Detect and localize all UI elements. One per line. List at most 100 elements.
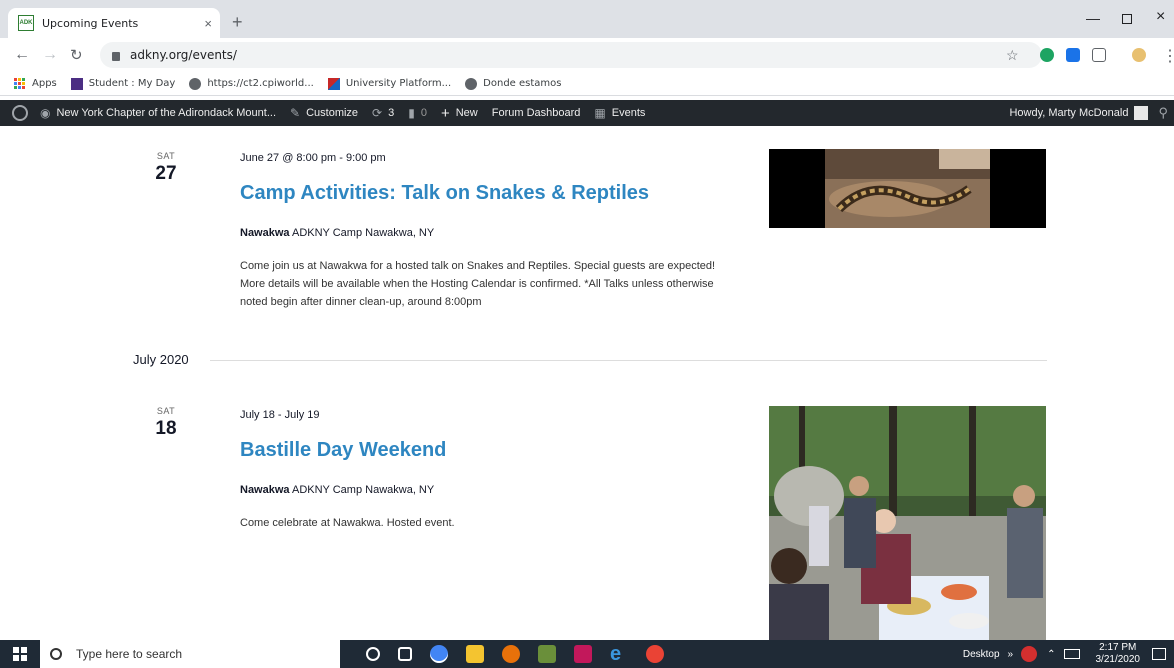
- month-label: July 2020: [133, 352, 189, 367]
- profile-avatar-icon[interactable]: [1132, 48, 1146, 62]
- browser-tab[interactable]: ADK Upcoming Events ×: [8, 8, 220, 38]
- events-label: Events: [611, 107, 646, 119]
- updates-count: 3: [388, 107, 395, 119]
- address-bar[interactable]: adkny.org/events/: [100, 42, 1042, 68]
- plus-icon: +: [440, 104, 450, 122]
- reload-icon[interactable]: ↻: [70, 46, 83, 64]
- bookmark-label: https://ct2.cpiworld...: [207, 78, 314, 89]
- minecraft-icon[interactable]: [538, 645, 556, 663]
- admin-customize-link[interactable]: ✎ Customize: [290, 106, 358, 120]
- globe-icon: [465, 77, 478, 90]
- event-date: SAT 18: [138, 406, 194, 440]
- events-list: SAT 27 June 27 @ 8:00 pm - 9:00 pm Camp …: [0, 126, 1174, 640]
- month-separator: July 2020: [0, 350, 1174, 370]
- event-venue: Nawakwa ADKNY Camp Nawakwa, NY: [240, 227, 740, 239]
- user-avatar[interactable]: [1134, 106, 1149, 120]
- browser-tabstrip: ADK Upcoming Events × + — ×: [0, 0, 1174, 38]
- task-view-icon[interactable]: [398, 647, 412, 661]
- bookmark-label: Apps: [32, 78, 57, 89]
- bookmark-star-icon[interactable]: ☆: [1006, 47, 1019, 64]
- url-text: adkny.org/events/: [130, 48, 237, 62]
- accessibility-extension-icon[interactable]: [1092, 48, 1106, 62]
- bookmark-label: Donde estamos: [483, 78, 562, 89]
- taskbar-search[interactable]: Type here to search: [40, 640, 340, 668]
- comment-icon: ▮: [408, 106, 415, 120]
- venue-name-link[interactable]: Nawakwa: [240, 484, 290, 496]
- admin-updates-link[interactable]: ⟳ 3: [372, 106, 394, 120]
- maximize-icon[interactable]: [1122, 14, 1132, 24]
- wp-admin-bar: ◉ New York Chapter of the Adirondack Mou…: [0, 100, 1174, 126]
- cortana-icon[interactable]: [366, 647, 380, 661]
- event-day: 27: [155, 163, 177, 184]
- bookmark-apps[interactable]: Apps: [14, 77, 57, 90]
- bookmark-student[interactable]: Student : My Day: [70, 77, 176, 90]
- chrome-icon[interactable]: [430, 645, 448, 663]
- close-window-icon[interactable]: ×: [1156, 8, 1165, 26]
- calendar-icon: ▦: [594, 106, 606, 120]
- back-icon[interactable]: ←: [14, 46, 30, 64]
- firefox-icon[interactable]: [502, 645, 520, 663]
- apps-grid-icon: [14, 77, 26, 90]
- university-icon: [327, 77, 340, 90]
- venue-name-link[interactable]: Nawakwa: [240, 227, 290, 239]
- event-dow: SAT: [156, 151, 176, 161]
- clock[interactable]: 2:17 PM 3/21/2020: [1096, 642, 1141, 666]
- updates-icon: ⟳: [372, 106, 383, 120]
- event-image-snake[interactable]: [769, 149, 1046, 228]
- minimize-icon[interactable]: —: [1086, 10, 1100, 26]
- admin-site-link[interactable]: ◉ New York Chapter of the Adirondack Mou…: [40, 106, 276, 120]
- customize-label: Customize: [306, 107, 359, 119]
- event-title-link[interactable]: Camp Activities: Talk on Snakes & Reptil…: [240, 182, 740, 205]
- start-button[interactable]: [0, 640, 40, 668]
- keyboard-icon[interactable]: [1063, 649, 1080, 659]
- comments-count: 0: [420, 107, 427, 119]
- bookmark-label: Student : My Day: [88, 78, 176, 89]
- file-explorer-icon[interactable]: [466, 645, 484, 663]
- globe-icon: [189, 77, 202, 90]
- venue-address: ADKNY Camp Nawakwa, NY: [289, 227, 435, 239]
- bookmark-donde[interactable]: Donde estamos: [465, 77, 562, 90]
- chevron-up-icon[interactable]: ⌃: [1047, 649, 1055, 660]
- app-icon[interactable]: [574, 645, 592, 663]
- opera-icon[interactable]: [646, 645, 664, 663]
- howdy-user[interactable]: Howdy, Marty McDonald: [1009, 107, 1128, 119]
- event-image-picnic[interactable]: [769, 406, 1046, 640]
- brush-icon: ✎: [290, 106, 301, 120]
- clock-date: 3/21/2020: [1095, 654, 1141, 665]
- site-name: New York Chapter of the Adirondack Mount…: [56, 107, 277, 119]
- bookmark-label: University Platform...: [345, 78, 452, 89]
- s-extension-icon[interactable]: [1066, 48, 1080, 62]
- event-venue: Nawakwa ADKNY Camp Nawakwa, NY: [240, 484, 740, 496]
- alert-icon[interactable]: [1021, 646, 1038, 662]
- event-dow: SAT: [156, 406, 176, 416]
- event-time: July 18 - July 19: [240, 409, 320, 421]
- wordpress-logo-icon[interactable]: [12, 105, 28, 121]
- forum-label: Forum Dashboard: [491, 107, 581, 119]
- bookmark-university[interactable]: University Platform...: [327, 77, 452, 90]
- admin-comments-link[interactable]: ▮ 0: [408, 106, 427, 120]
- event-title-link[interactable]: Bastille Day Weekend: [240, 439, 740, 462]
- event-description: Come celebrate at Nawakwa. Hosted event.: [240, 517, 455, 529]
- system-tray: Desktop » ⌃ 2:17 PM 3/21/2020: [963, 640, 1166, 668]
- divider: [210, 360, 1047, 361]
- bookmark-cpiworld[interactable]: https://ct2.cpiworld...: [189, 77, 314, 90]
- grammarly-extension-icon[interactable]: [1040, 48, 1054, 62]
- new-tab-button[interactable]: +: [232, 12, 243, 33]
- edge-icon[interactable]: e: [610, 644, 628, 664]
- lock-icon: [112, 51, 120, 61]
- chevron-right-icon[interactable]: »: [1008, 649, 1014, 660]
- tab-close-icon[interactable]: ×: [204, 16, 212, 31]
- tab-title: Upcoming Events: [42, 16, 139, 30]
- desktop-label[interactable]: Desktop: [963, 649, 1000, 660]
- dashboard-icon: ◉: [40, 106, 51, 120]
- admin-events-link[interactable]: ▦ Events: [594, 106, 645, 120]
- event-time: June 27 @ 8:00 pm - 9:00 pm: [240, 152, 386, 164]
- forward-icon[interactable]: →: [42, 46, 58, 64]
- notifications-icon[interactable]: [1152, 648, 1166, 660]
- bookmarks-bar: Apps Student : My Day https://ct2.cpiwor…: [0, 72, 1174, 96]
- admin-new-link[interactable]: + New: [441, 105, 478, 122]
- admin-forum-dashboard-link[interactable]: Forum Dashboard: [492, 107, 581, 119]
- admin-search-icon[interactable]: ⚲: [1158, 105, 1168, 121]
- search-icon: [50, 648, 62, 660]
- menu-kebab-icon[interactable]: ⋮: [1162, 46, 1174, 66]
